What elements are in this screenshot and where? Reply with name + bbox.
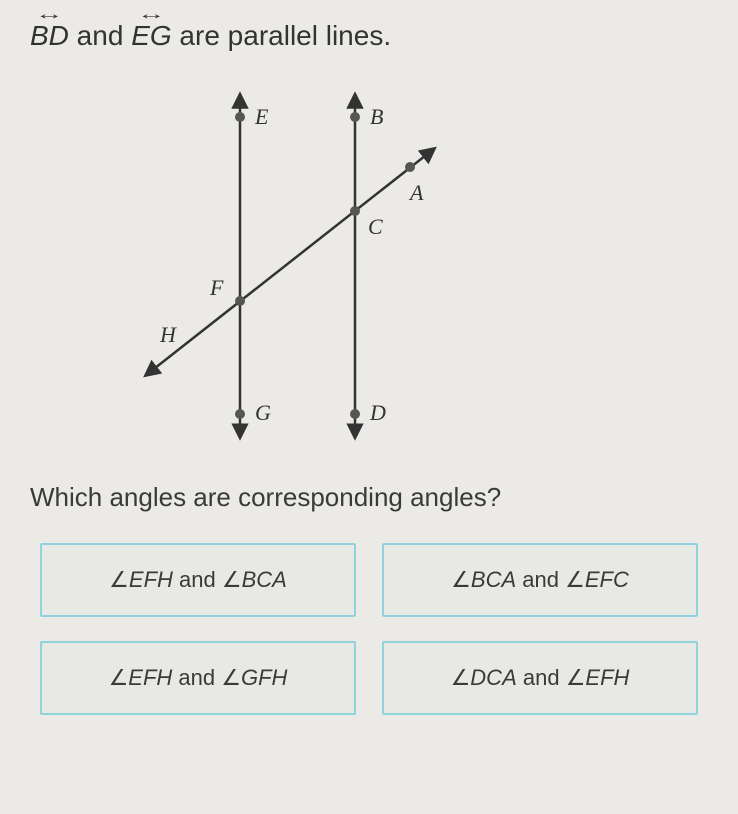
answer-2-conn: and: [516, 567, 565, 592]
point-B: [350, 112, 360, 122]
answer-1-angle-b: BCA: [242, 567, 287, 592]
line-HA: [150, 152, 430, 372]
answer-option-1[interactable]: ∠EFH and ∠BCA: [40, 543, 356, 617]
statement-rest: are parallel lines.: [172, 20, 391, 51]
answer-1-conn: and: [173, 567, 222, 592]
answer-3-angle-b: GFH: [241, 665, 287, 690]
answer-3-angle-a: EFH: [128, 665, 172, 690]
point-E: [235, 112, 245, 122]
label-H: H: [159, 322, 177, 347]
label-B: B: [370, 104, 383, 129]
label-F: F: [209, 275, 224, 300]
answer-option-3[interactable]: ∠EFH and ∠GFH: [40, 641, 356, 715]
line-BD-label: BD: [30, 20, 69, 52]
label-D: D: [369, 400, 386, 425]
point-C: [350, 206, 360, 216]
geometry-diagram: E B A C F H G D: [110, 82, 490, 452]
answer-1-angle-a: EFH: [129, 567, 173, 592]
question-text: Which angles are corresponding angles?: [30, 482, 708, 513]
answer-2-angle-a: BCA: [471, 567, 516, 592]
answer-4-angle-a: DCA: [470, 665, 516, 690]
line-EG-label: EG: [131, 20, 171, 52]
diagram-container: E B A C F H G D: [30, 82, 708, 452]
answer-4-conn: and: [517, 665, 566, 690]
answer-2-angle-b: EFC: [585, 567, 629, 592]
label-E: E: [254, 104, 269, 129]
label-A: A: [408, 180, 424, 205]
answer-option-2[interactable]: ∠BCA and ∠EFC: [382, 543, 698, 617]
answer-4-angle-b: EFH: [585, 665, 629, 690]
label-G: G: [255, 400, 271, 425]
problem-statement: BD and EG are parallel lines.: [30, 20, 708, 52]
point-G: [235, 409, 245, 419]
point-F: [235, 296, 245, 306]
answers-grid: ∠EFH and ∠BCA ∠BCA and ∠EFC ∠EFH and ∠GF…: [30, 543, 708, 715]
answer-option-4[interactable]: ∠DCA and ∠EFH: [382, 641, 698, 715]
answer-3-conn: and: [172, 665, 221, 690]
statement-connector: and: [69, 20, 131, 51]
label-C: C: [368, 214, 383, 239]
point-D: [350, 409, 360, 419]
point-A: [405, 162, 415, 172]
